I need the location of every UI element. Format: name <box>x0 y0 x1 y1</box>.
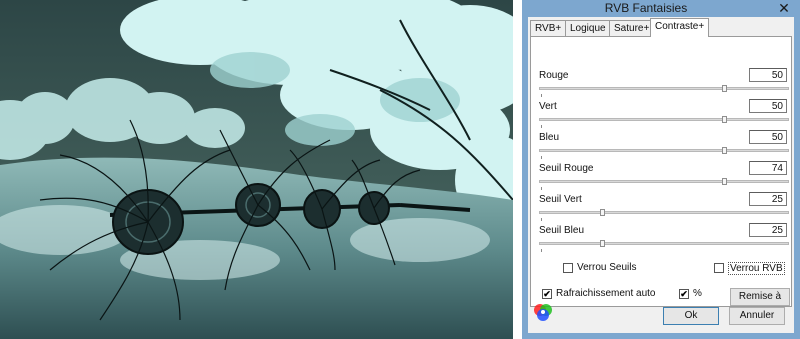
tab-contraste-plus[interactable]: Contraste+ <box>650 18 710 37</box>
tab-logique[interactable]: Logique <box>565 20 611 36</box>
slider-track[interactable] <box>539 118 789 121</box>
slider-thumb[interactable] <box>722 178 727 185</box>
slider-tick <box>541 94 542 97</box>
slider-track[interactable] <box>539 149 789 152</box>
percent-checkbox[interactable]: ✔ <box>679 289 689 299</box>
slider-label: Vert <box>539 101 557 112</box>
slider-thumb[interactable] <box>599 209 605 216</box>
slider-value-field[interactable]: 25 <box>749 223 787 237</box>
auto-refresh-checkbox[interactable]: ✔ <box>542 289 552 299</box>
slider-track[interactable] <box>539 87 789 90</box>
slider-tick <box>541 156 542 159</box>
slider-value-field[interactable]: 25 <box>749 192 787 206</box>
reset-button[interactable]: Remise à Zéro <box>730 288 790 318</box>
slider-label: Seuil Bleu <box>539 225 585 236</box>
slider-track[interactable] <box>539 242 789 245</box>
slider-label: Seuil Vert <box>539 194 582 205</box>
title-bar[interactable]: RVB Fantaisies ✕ <box>522 0 800 17</box>
slider-tick <box>541 187 542 190</box>
auto-refresh-label: Rafraichissement auto <box>556 288 656 299</box>
lock-thresholds-checkbox[interactable] <box>563 263 573 273</box>
slider-tick <box>541 249 542 252</box>
slider-label: Bleu <box>539 132 560 143</box>
tab-sature-plus[interactable]: Sature+ <box>609 20 655 36</box>
slider-tick <box>541 218 542 221</box>
slider-label: Rouge <box>539 70 569 81</box>
percent-label: % <box>693 288 702 299</box>
lock-thresholds-label: Verrou Seuils <box>577 262 637 273</box>
dialog-title: RVB Fantaisies <box>604 1 688 15</box>
slider-thumb[interactable] <box>722 147 727 154</box>
dialog-client-area: RVB+ Logique Sature+ Contraste+ Rouge 50 V… <box>528 17 794 333</box>
tab-panel-contraste: Rouge 50 Vert 50 Bleu 50 Seuil Rouge 74 Seuil Ve… <box>530 36 792 318</box>
slider-value-field[interactable]: 50 <box>749 130 787 144</box>
slider-value-field[interactable]: 74 <box>749 161 787 175</box>
photo-canvas <box>0 0 513 339</box>
slider-thumb[interactable] <box>722 116 727 123</box>
lock-rvb-label: Verrou RVB <box>728 262 785 275</box>
rvb-fantaisies-dialog: RVB Fantaisies ✕ RVB+ Logique Sature+ Co… <box>522 0 800 339</box>
slider-value-field[interactable]: 50 <box>749 99 787 113</box>
slider-tick <box>541 125 542 128</box>
cancel-button[interactable]: Annuler <box>729 307 785 325</box>
tab-rvb-plus[interactable]: RVB+ <box>530 20 567 36</box>
lock-rvb-checkbox[interactable] <box>714 263 724 273</box>
infrared-hay-rake-photo <box>0 0 513 339</box>
slider-thumb[interactable] <box>722 85 727 92</box>
slider-label: Seuil Rouge <box>539 163 594 174</box>
slider-track[interactable] <box>539 211 789 214</box>
slider-value-field[interactable]: 50 <box>749 68 787 82</box>
slider-thumb[interactable] <box>599 240 605 247</box>
close-icon[interactable]: ✕ <box>772 0 796 16</box>
slider-track[interactable] <box>539 180 789 183</box>
ok-button[interactable]: Ok <box>663 307 719 325</box>
rgb-circles-icon <box>532 302 554 324</box>
